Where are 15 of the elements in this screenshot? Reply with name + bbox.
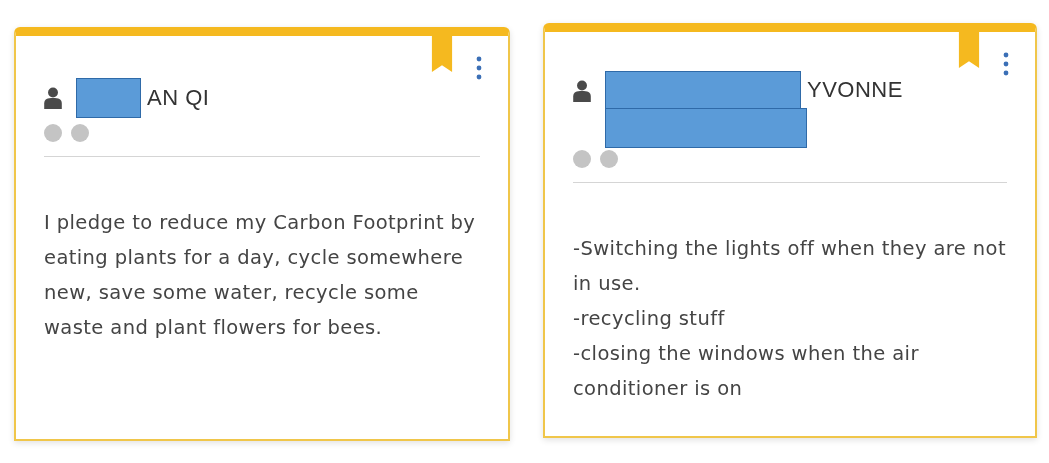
pledge-text: -recycling stuff [573,306,726,332]
more-options-icon[interactable] [476,56,482,80]
pledge-text: I pledge to reduce my Carbon Footprint by eating plants for a day, cycle somewhere new, save some water, recycle some waste and plant flowers for bees. [44,210,477,341]
user-icon [44,87,62,109]
status-dot [71,124,89,142]
pledge-text: -closing the windows when the air conditioner is on [573,341,920,402]
redaction-block [76,78,141,118]
user-icon [573,80,591,102]
status-dot [600,150,618,168]
author-name: YVONNE [807,77,903,103]
author-name: AN QI [147,85,210,111]
status-dot [573,150,591,168]
more-options-icon[interactable] [1003,52,1009,76]
pledge-text: -Switching the lights off when they are not in use. [573,236,1007,297]
status-dot [44,124,62,142]
